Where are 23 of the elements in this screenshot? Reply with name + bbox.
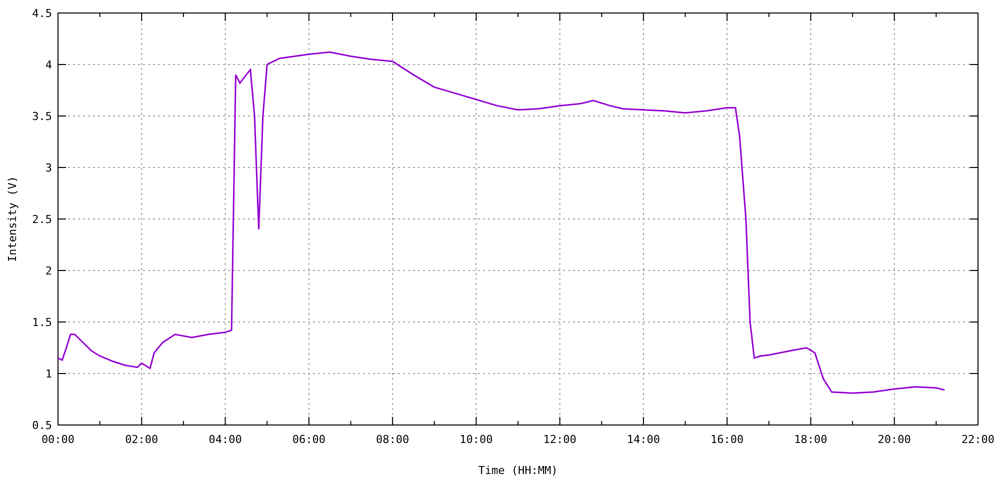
tick-label: 12:00 bbox=[543, 433, 576, 446]
tick-label: 1.5 bbox=[32, 316, 52, 329]
tick-label: 0.5 bbox=[32, 419, 52, 432]
tick-label: 2 bbox=[45, 264, 52, 278]
x-axis-title: Time (HH:MM) bbox=[478, 464, 558, 477]
tick-label: 20:00 bbox=[878, 433, 911, 446]
tick-label: 02:00 bbox=[125, 433, 158, 446]
tick-label: 3 bbox=[45, 162, 52, 174]
tick-label: 16:00 bbox=[710, 433, 744, 446]
tick-label: 4.5 bbox=[32, 7, 52, 20]
tick-label: 10:00 bbox=[460, 433, 493, 446]
tick-label: 08:00 bbox=[376, 433, 410, 446]
tick-label: 1 bbox=[45, 368, 52, 380]
tick-label: 06:00 bbox=[292, 433, 326, 446]
tick-label: 3.5 bbox=[32, 110, 52, 123]
tick-label: 14:00 bbox=[626, 433, 660, 446]
y-axis-title: Intensity (V) bbox=[6, 176, 19, 262]
tick-label: 22:00 bbox=[961, 433, 995, 446]
tick-label: 4 bbox=[45, 58, 52, 72]
tick-label: 00:00 bbox=[41, 433, 75, 446]
tick-label: 2.5 bbox=[32, 213, 52, 226]
tick-label: 18:00 bbox=[794, 433, 828, 446]
tick-label: 04:00 bbox=[208, 433, 242, 446]
